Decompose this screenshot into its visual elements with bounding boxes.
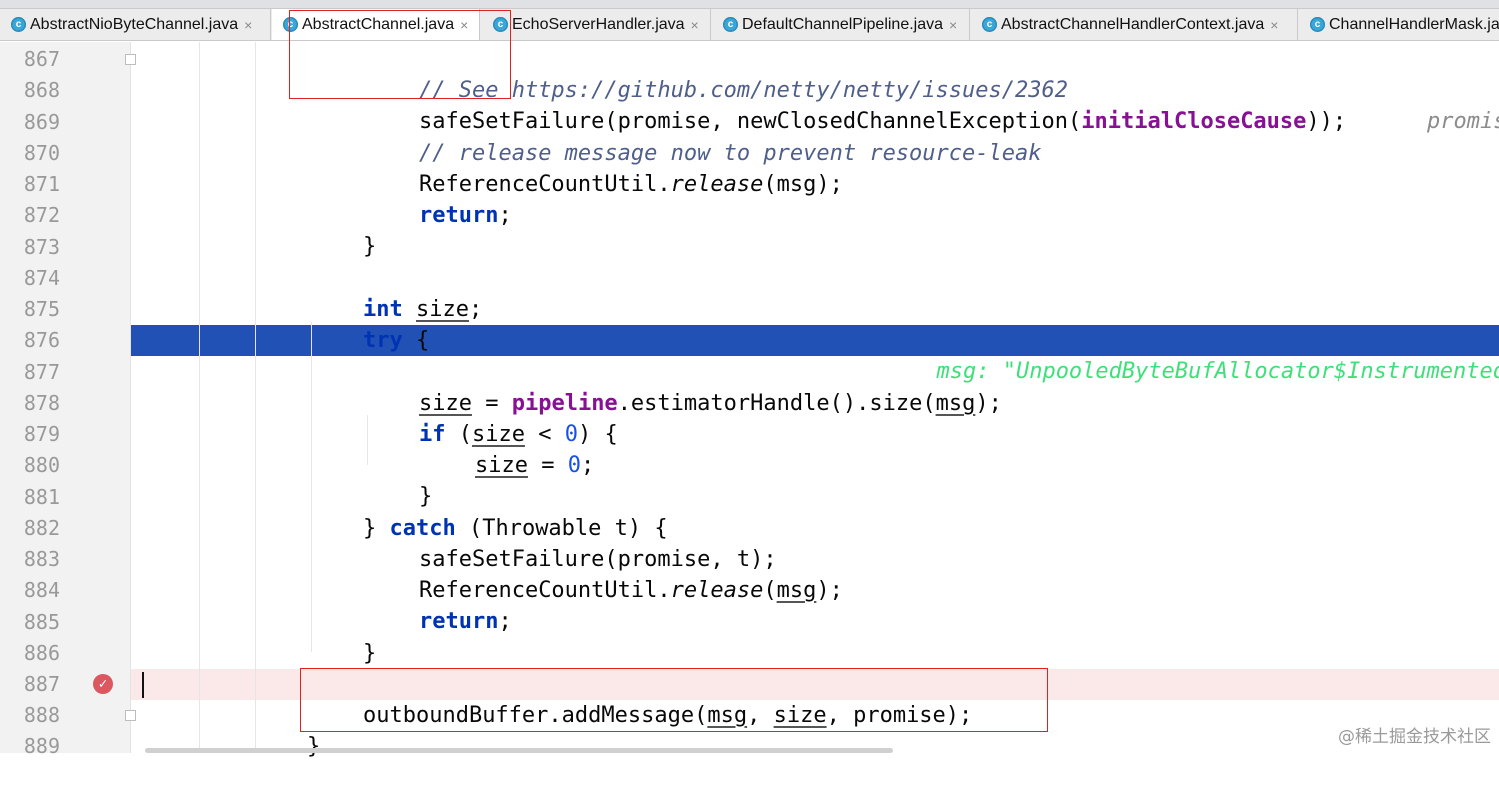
annotation-box-tab <box>289 10 511 99</box>
line-number[interactable]: 889 <box>0 731 60 762</box>
tab-channel-handler-mask[interactable]: c ChannelHandlerMask.java <box>1299 9 1499 40</box>
code-text: .estimatorHandle().size( <box>617 391 936 416</box>
code-line: safeSetFailure(promise, t); <box>366 513 777 572</box>
close-icon[interactable]: × <box>244 17 252 33</box>
code-line: // release message now to prevent resour… <box>366 107 1042 166</box>
tab-default-channel-pipeline[interactable]: c DefaultChannelPipeline.java × <box>712 9 970 40</box>
inline-debug-hint: promise: <box>1374 75 1499 134</box>
tab-label: ChannelHandlerMask.java <box>1329 15 1499 33</box>
code-text: ( <box>763 578 777 603</box>
keyword: return <box>418 203 499 228</box>
number-literal: 0 <box>567 453 581 478</box>
code-line: if (size < 0) { <box>366 388 618 447</box>
line-number[interactable]: 888 <box>0 700 60 731</box>
keyword: return <box>418 609 499 634</box>
code-line: return; <box>366 169 512 228</box>
breakpoint-check-icon: ✓ <box>98 676 108 692</box>
static-method: release <box>670 578 764 603</box>
tab-label: DefaultChannelPipeline.java <box>742 15 944 33</box>
code-text: ); <box>975 391 1002 416</box>
tab-abstract-channel-handler-context[interactable]: c AbstractChannelHandlerContext.java × <box>971 9 1298 40</box>
class-icon: c <box>723 17 738 32</box>
code-line: size = 0; <box>422 419 594 478</box>
line-number[interactable]: 887 <box>0 669 60 700</box>
inline-debug-value: msg: "UnpooledByteBufAllocator$Instrumen… <box>857 325 1499 384</box>
code-text: ; <box>498 203 512 228</box>
line-number[interactable]: 879 <box>0 419 60 450</box>
line-number[interactable]: 886 <box>0 638 60 669</box>
line-number[interactable]: 875 <box>0 294 60 325</box>
field-reference: initialCloseCause <box>1081 109 1307 134</box>
code-text: ); <box>816 578 843 603</box>
code-text: } <box>306 734 321 759</box>
class-icon: c <box>982 17 997 32</box>
fold-marker-icon[interactable] <box>125 54 136 65</box>
code-line: try { <box>310 294 429 353</box>
code-text: ; <box>498 609 512 634</box>
code-text: (msg); <box>763 172 843 197</box>
tab-abstract-nio-byte-channel[interactable]: c AbstractNioByteChannel.java × <box>0 9 271 40</box>
static-method: release <box>670 172 764 197</box>
line-number[interactable]: 878 <box>0 388 60 419</box>
code-line: } <box>366 450 432 509</box>
code-text: )); <box>1306 109 1347 134</box>
code-line: size = pipeline.estimatorHandle().size(m… <box>366 357 1002 416</box>
line-number[interactable]: 869 <box>0 107 60 138</box>
line-number[interactable]: 873 <box>0 232 60 263</box>
code-text: } <box>362 234 377 259</box>
class-icon: c <box>11 17 26 32</box>
editor-tab-bar: c AbstractNioByteChannel.java × c Abstra… <box>0 9 1499 41</box>
close-icon[interactable]: × <box>949 17 957 33</box>
close-icon[interactable]: × <box>1270 17 1278 33</box>
variable: size <box>474 453 528 478</box>
code-line: } <box>310 200 376 259</box>
line-number[interactable]: 867 <box>0 44 60 75</box>
line-number[interactable]: 877 <box>0 357 60 388</box>
close-icon[interactable]: × <box>691 17 699 33</box>
line-number[interactable]: 872 <box>0 200 60 231</box>
code-text: ; <box>468 297 483 322</box>
watermark: @稀土掘金技术社区 <box>1338 727 1491 747</box>
horizontal-scrollbar[interactable] <box>145 748 893 753</box>
indent-guide <box>255 42 256 753</box>
line-number[interactable]: 881 <box>0 482 60 513</box>
tab-label: EchoServerHandler.java <box>512 15 685 33</box>
tab-label: AbstractNioByteChannel.java <box>30 15 239 33</box>
code-text: ; <box>580 453 595 478</box>
class-icon: c <box>1310 17 1325 32</box>
text-caret <box>142 672 144 698</box>
variable: msg <box>935 391 976 416</box>
code-line: safeSetFailure(promise, newClosedChannel… <box>366 75 1346 134</box>
code-line: int size; <box>310 263 482 322</box>
code-line: } <box>310 607 376 666</box>
tab-echo-server-handler[interactable]: c EchoServerHandler.java × <box>481 9 711 40</box>
annotation-box-add-message <box>300 668 1048 732</box>
code-text: } <box>362 641 377 666</box>
line-number[interactable]: 880 <box>0 450 60 481</box>
variable: msg <box>776 578 817 603</box>
tab-label: AbstractChannelHandlerContext.java <box>1001 15 1265 33</box>
line-number[interactable]: 885 <box>0 607 60 638</box>
code-line: } catch (Throwable t) { <box>310 482 668 541</box>
line-number[interactable]: 868 <box>0 75 60 106</box>
debug-value: msg: "UnpooledByteBufAllocator$Instrumen… <box>936 359 1499 384</box>
line-number[interactable]: 882 <box>0 513 60 544</box>
line-number[interactable]: 883 <box>0 544 60 575</box>
breakpoint-icon[interactable]: ✓ <box>93 674 113 694</box>
code-line: return; <box>366 575 512 634</box>
window-top-strip <box>0 0 1499 9</box>
line-number[interactable]: 870 <box>0 138 60 169</box>
code-line: ReferenceCountUtil.release(msg); <box>366 138 843 197</box>
execution-line: msg = filterOutboundMessage(msg); msg: "… <box>0 325 1499 384</box>
debug-value-hint: promise: <box>1426 109 1499 134</box>
fold-marker-icon[interactable] <box>125 710 136 721</box>
code-line: ReferenceCountUtil.release(msg); <box>366 544 843 603</box>
indent-guide <box>199 42 200 753</box>
line-number[interactable]: 874 <box>0 263 60 294</box>
line-number[interactable]: 884 <box>0 575 60 606</box>
code-text: = <box>527 453 568 478</box>
code-line: msg = filterOutboundMessage(msg); <box>366 325 882 384</box>
line-number[interactable]: 871 <box>0 169 60 200</box>
